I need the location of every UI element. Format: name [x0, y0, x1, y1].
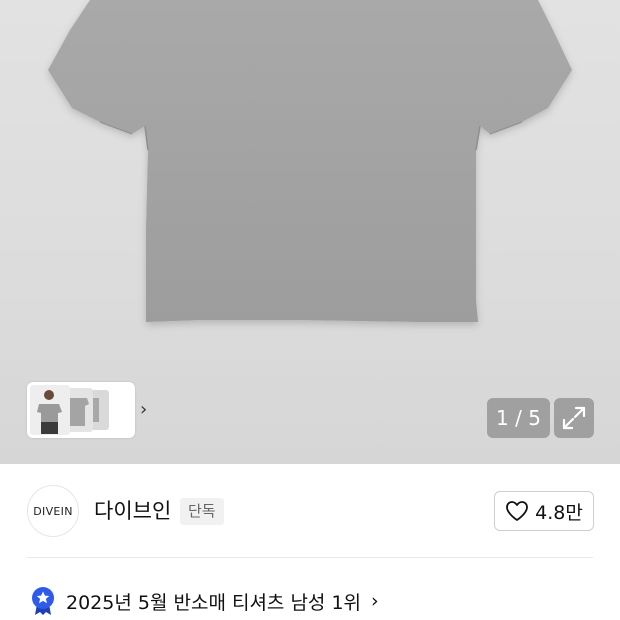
- expand-button[interactable]: [554, 398, 594, 438]
- brand-name[interactable]: 다이브인: [94, 496, 171, 526]
- like-count: 4.8만: [535, 501, 583, 524]
- expand-arrows-icon: [562, 406, 586, 430]
- exclusive-badge: 단독: [180, 498, 224, 525]
- divider: [27, 557, 593, 558]
- heart-outline-icon: [506, 501, 529, 521]
- chevron-right-icon[interactable]: ›: [140, 401, 154, 419]
- chevron-right-icon: ›: [371, 590, 379, 612]
- ranking-link[interactable]: 2025년 5월 반소매 티셔츠 남성 1위 ›: [30, 586, 379, 616]
- product-image[interactable]: › 1 / 5: [0, 0, 620, 464]
- like-button[interactable]: 4.8만: [494, 491, 594, 531]
- image-counter: 1 / 5: [487, 398, 550, 438]
- brand-logo[interactable]: DIVEIN: [27, 485, 79, 537]
- thumbnail-strip[interactable]: ›: [27, 382, 147, 438]
- ranking-text: 2025년 5월 반소매 티셔츠 남성 1위: [66, 591, 362, 614]
- thumbnail-images: [30, 385, 109, 435]
- ranking-badge-icon: [32, 587, 54, 615]
